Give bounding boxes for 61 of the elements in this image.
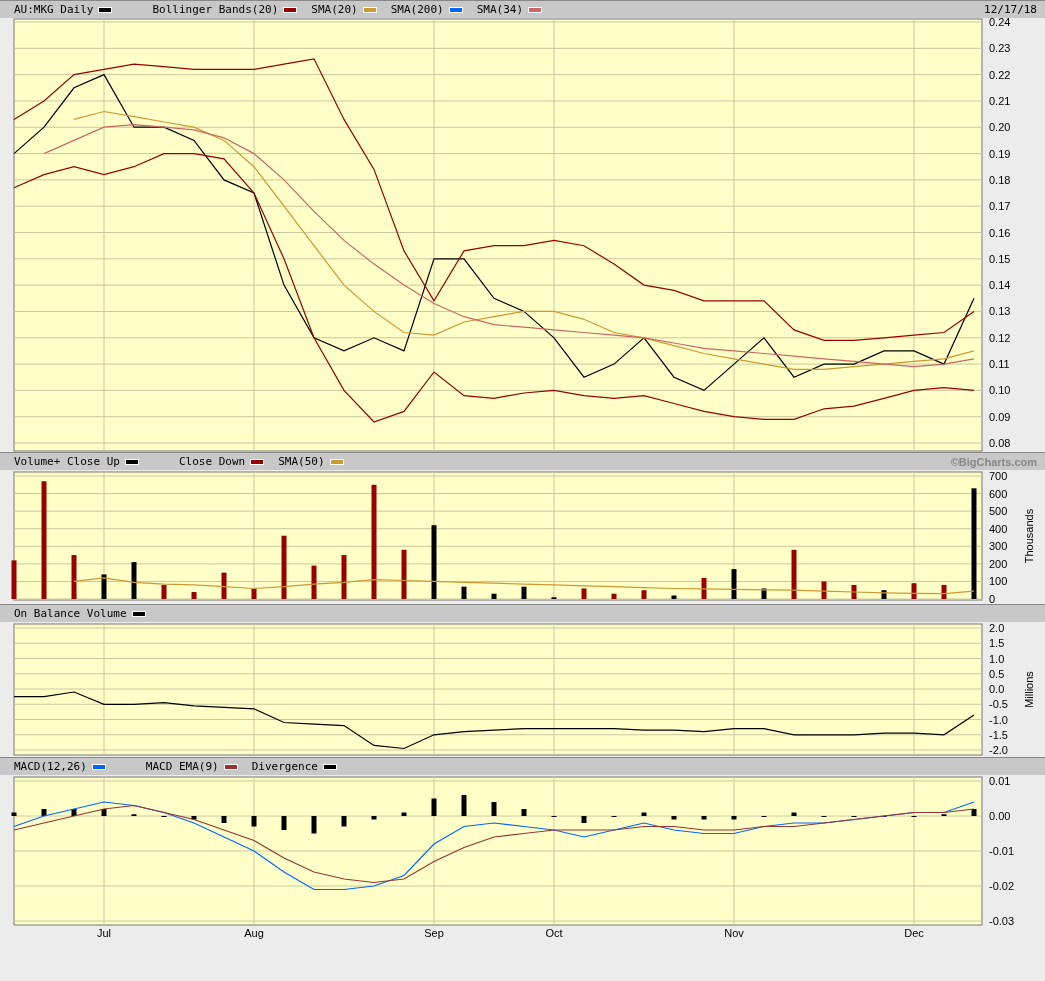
axis-label: Aug (244, 927, 264, 939)
axis-label: Nov (724, 927, 744, 939)
axis-label: Sep (424, 927, 444, 939)
axis-label: 600 (989, 487, 1008, 500)
axis-label: 0.21 (989, 94, 1011, 107)
axis-title: Thousands (1023, 508, 1035, 564)
legend-label: SMA(200) (390, 3, 444, 16)
legend-label: Close Down (178, 455, 246, 468)
axis-label: Dec (904, 927, 924, 939)
axis-label: 0 (989, 593, 996, 604)
legend-label: Divergence (251, 760, 318, 773)
axis-label: 0.01 (989, 775, 1011, 787)
axis-label: 1.0 (989, 652, 1005, 665)
axis-label: 0.13 (989, 305, 1011, 318)
axis-label: 100 (989, 575, 1008, 588)
axis-label: 0.22 (989, 68, 1011, 81)
legend-label: Volume+ Close Up (14, 455, 120, 468)
axis-label: 200 (989, 557, 1008, 570)
axis-label: 0.5 (989, 667, 1005, 680)
legend-label: MACD EMA(9) (145, 760, 219, 773)
axis-label: 0.20 (989, 121, 1011, 134)
axis-label: -0.02 (989, 880, 1015, 892)
axis-label: 0.11 (989, 358, 1010, 371)
credit-text: ©BigCharts.com (950, 455, 1037, 468)
axis-label: 2.0 (989, 622, 1005, 634)
axis-label: 0.10 (989, 384, 1011, 397)
axis-label: -0.03 (989, 915, 1015, 927)
axis-label: 700 (989, 470, 1008, 482)
axis-label: -2.0 (989, 744, 1008, 756)
axis-label: 0.00 (989, 810, 1011, 822)
axis-label: 0.23 (989, 42, 1011, 55)
legend-label: AU:MKG Daily (14, 3, 94, 16)
legend-label: SMA(50) (278, 455, 325, 468)
axis-label: 0.14 (989, 279, 1011, 292)
chart-date: 12/17/18 (984, 3, 1037, 16)
axis-label: 0.15 (989, 252, 1011, 265)
axis-label: 400 (989, 522, 1008, 535)
axis-label: 0.19 (989, 147, 1011, 160)
axis-label: -0.01 (989, 845, 1015, 857)
axis-label: -1.5 (989, 728, 1008, 741)
axis-label: 0.12 (989, 331, 1011, 344)
axis-label: 0.18 (989, 173, 1011, 186)
axis-label: -1.0 (989, 713, 1008, 726)
legend-label: SMA(20) (311, 3, 358, 16)
axis-label: 1.5 (989, 637, 1005, 650)
axis-label: -0.5 (989, 698, 1008, 711)
axis-label: 0.16 (989, 226, 1011, 239)
legend-label: On Balance Volume (14, 607, 127, 620)
axis-label: Oct (545, 927, 563, 939)
legend-label: SMA(34) (476, 3, 524, 16)
axis-label: 500 (989, 505, 1008, 518)
axis-label: 0.08 (989, 437, 1011, 449)
legend-label: MACD(12,26) (14, 760, 87, 773)
axis-title: Millions (1023, 671, 1035, 708)
axis-label: 0.0 (989, 683, 1005, 695)
legend-label: Bollinger Bands(20) (152, 3, 279, 16)
axis-label: 300 (989, 540, 1008, 553)
axis-label: 0.24 (989, 18, 1011, 28)
axis-label: 0.17 (989, 200, 1011, 213)
axis-label: 0.09 (989, 410, 1011, 423)
axis-label: Jul (96, 927, 112, 939)
